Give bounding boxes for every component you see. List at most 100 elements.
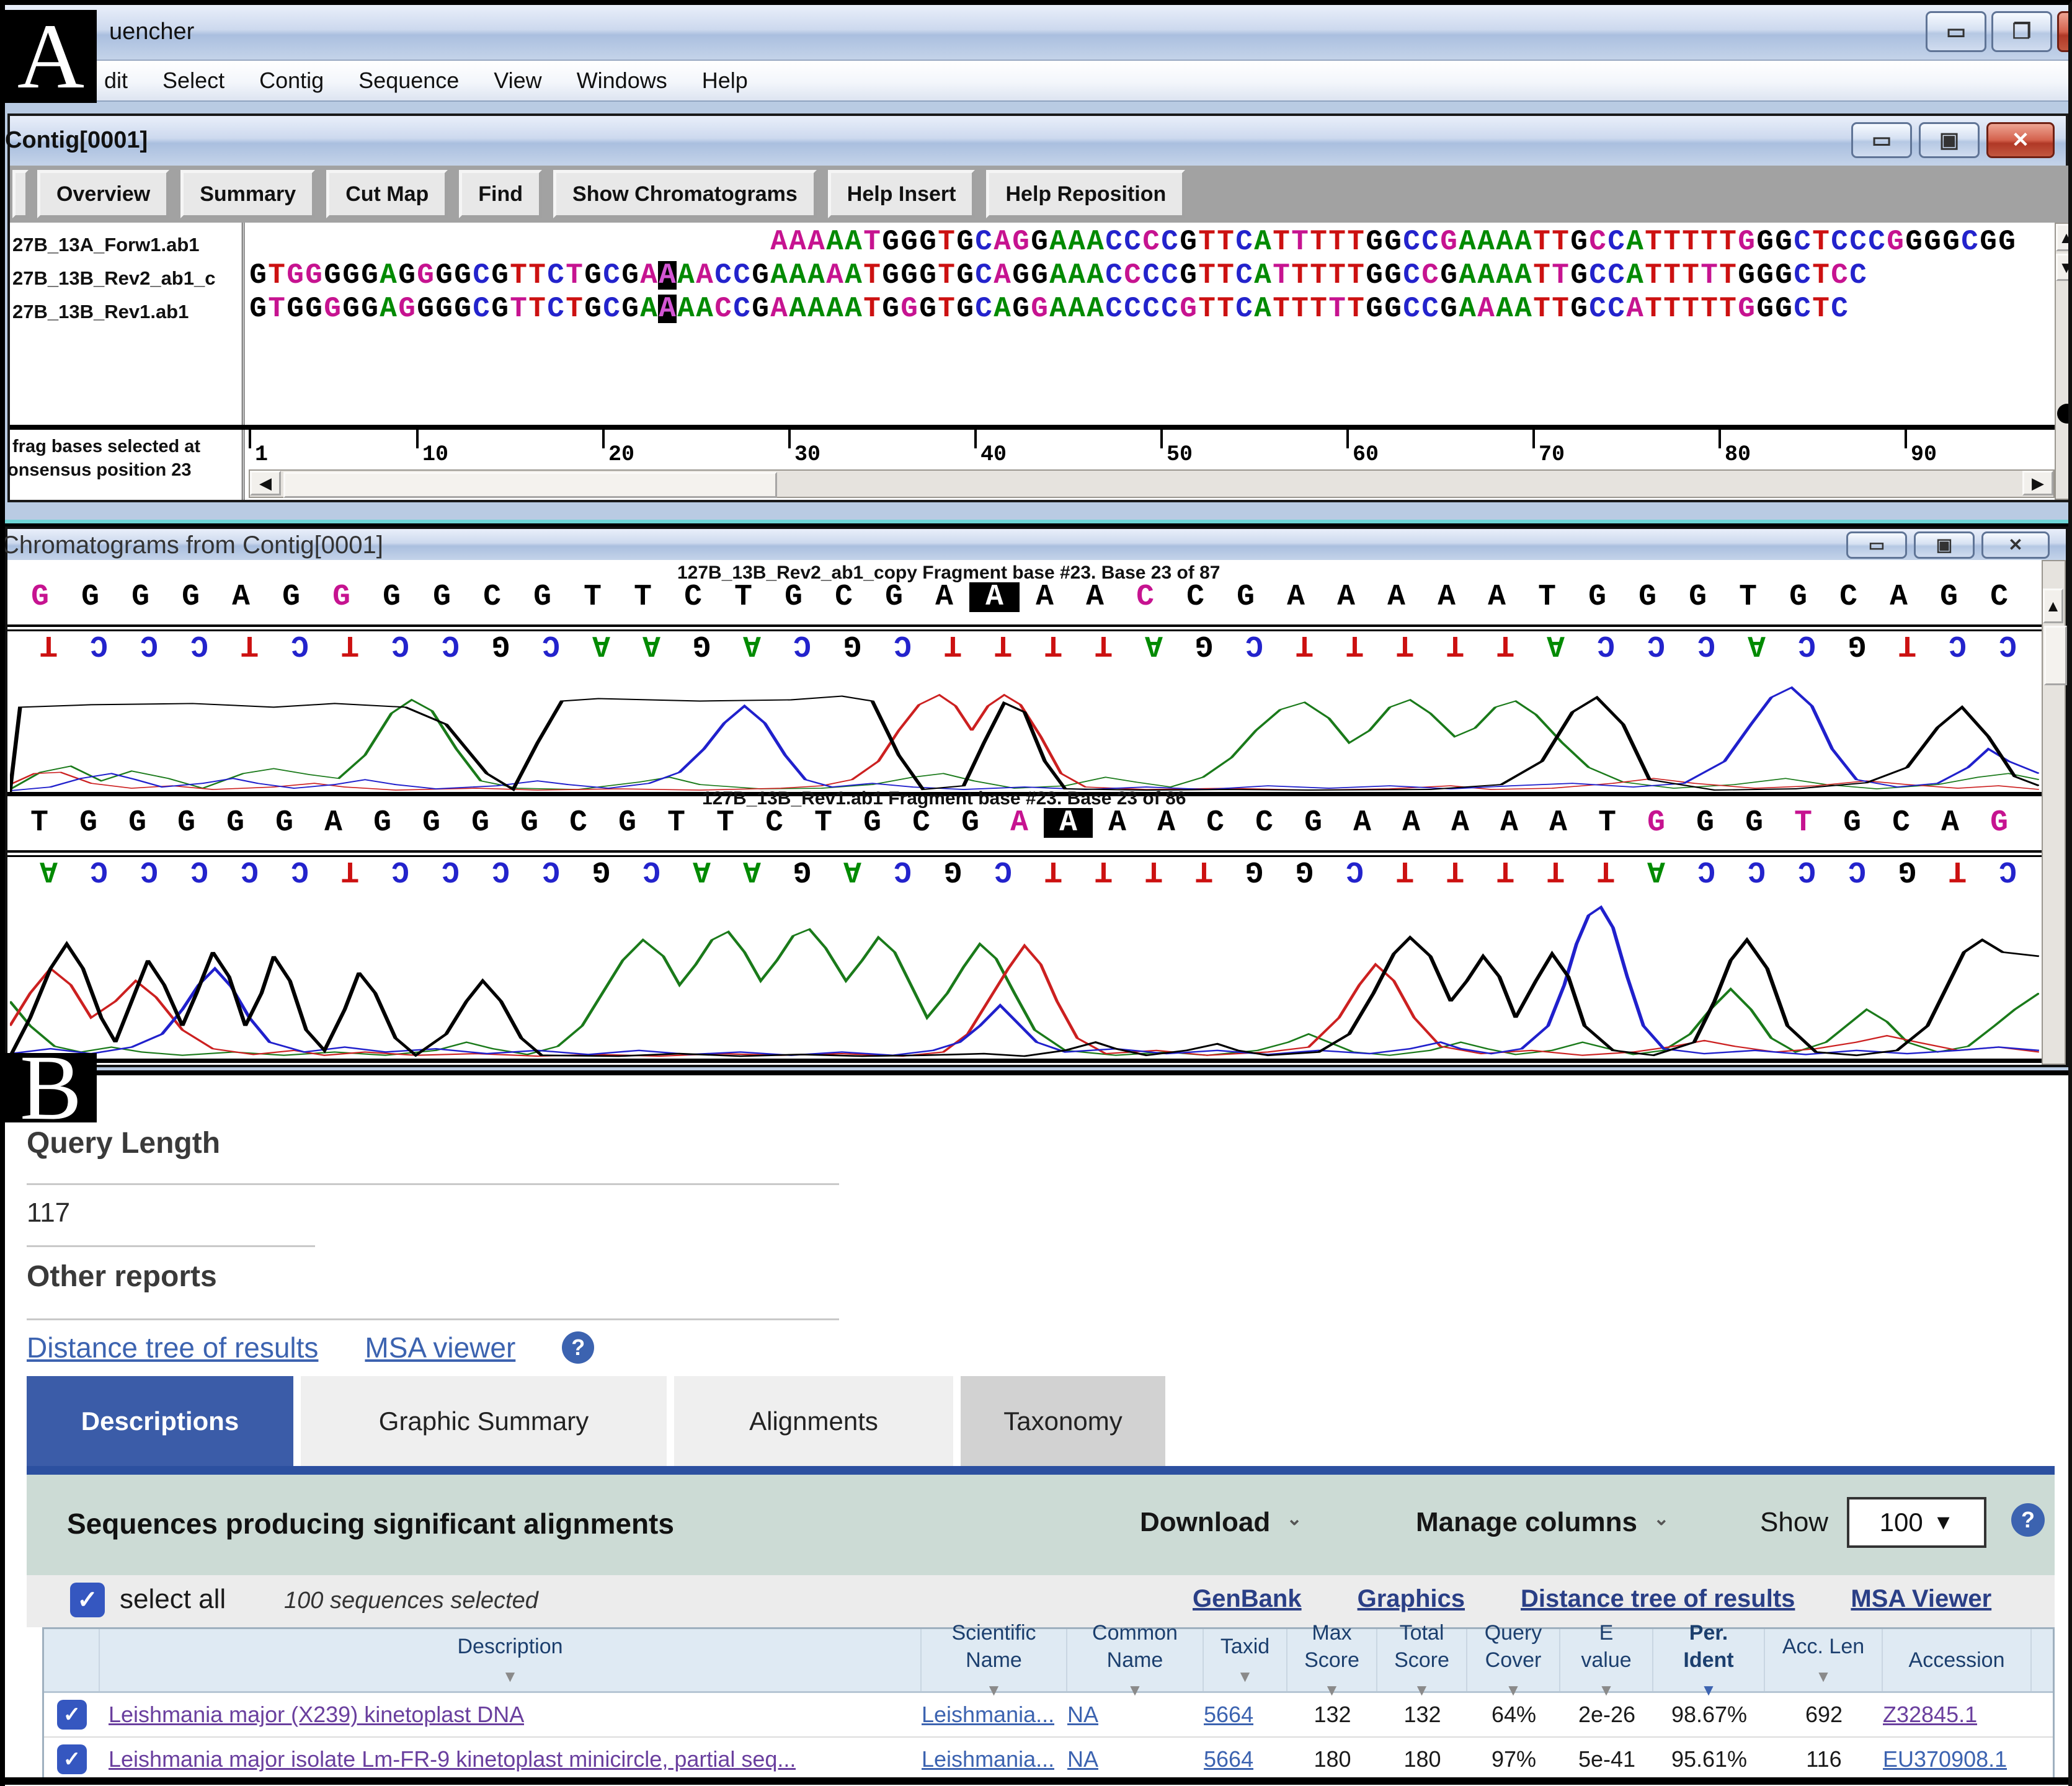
table-header-acc-len[interactable]: Acc. Len▼ — [1765, 1629, 1883, 1691]
sort-arrow-icon[interactable]: ▼ — [1598, 1680, 1614, 1701]
base-char — [435, 228, 453, 256]
selection-link-graphics[interactable]: Graphics — [1358, 1585, 1465, 1613]
alignment-vscrollbar[interactable]: ▲ ▼ — [2055, 223, 2072, 500]
select-all-checkbox[interactable]: ✓ — [70, 1583, 105, 1617]
ruler-number: 90 — [1911, 442, 1937, 467]
scroll-right-button[interactable]: ▶ — [2022, 471, 2053, 495]
table-header-description[interactable]: Description▼ — [100, 1629, 922, 1691]
scroll-up-button[interactable]: ▲ — [2043, 589, 2063, 623]
sort-arrow-icon[interactable]: ▼ — [986, 1680, 1002, 1701]
table-header-max-score[interactable]: MaxScore▼ — [1287, 1629, 1377, 1691]
sort-arrow-icon[interactable]: ▼ — [1324, 1680, 1340, 1701]
pane-knob-button[interactable] — [2057, 404, 2072, 424]
sort-arrow-icon[interactable]: ▼ — [1414, 1680, 1430, 1701]
help-icon[interactable]: ? — [562, 1331, 594, 1364]
table-header-total-score[interactable]: TotalScore▼ — [1377, 1629, 1467, 1691]
chromo-vscrollbar[interactable]: ▲ — [2042, 560, 2066, 1065]
scroll-left-button[interactable]: ◀ — [250, 471, 281, 495]
sort-arrow-icon[interactable]: ▼ — [1237, 1666, 1253, 1687]
cell-link[interactable]: 5664 — [1204, 1746, 1253, 1772]
menu-item-view[interactable]: View — [494, 68, 541, 94]
sort-arrow-icon[interactable]: ▼ — [1505, 1680, 1521, 1701]
contig-maximize-button[interactable]: ▣ — [1919, 122, 1980, 158]
menu-item-select[interactable]: Select — [162, 68, 225, 94]
sort-arrow-icon[interactable]: ▼ — [1701, 1680, 1717, 1701]
tab-graphic-summary[interactable]: Graphic Summary — [301, 1376, 667, 1466]
base-call-char: G — [848, 808, 897, 838]
cell-link[interactable]: Leishmania major (X239) kinetoplast DNA — [109, 1702, 524, 1728]
app-minimize-button[interactable]: ▭ — [1926, 11, 1986, 52]
ruler-tick — [974, 430, 977, 448]
restore-icon: ❐ — [2012, 21, 2031, 42]
alignment-hscrollbar[interactable]: ◀ ▶ — [249, 469, 2055, 498]
tab-taxonomy[interactable]: Taxonomy — [961, 1376, 1165, 1466]
selection-link-msa-viewer[interactable]: MSA Viewer — [1851, 1585, 1991, 1613]
table-header-taxid[interactable]: Taxid▼ — [1204, 1629, 1287, 1691]
show-select[interactable]: 100 ▼ — [1847, 1497, 1986, 1548]
menu-item-help[interactable]: Help — [702, 68, 748, 94]
cell-link[interactable]: NA — [1067, 1746, 1098, 1772]
hscroll-thumb[interactable] — [283, 472, 777, 498]
selection-link-distance-tree-of-results[interactable]: Distance tree of results — [1521, 1585, 1795, 1613]
ruler-tick — [788, 430, 791, 448]
table-header-common-name[interactable]: CommonName▼ — [1067, 1629, 1204, 1691]
vscroll-thumb[interactable] — [2044, 626, 2067, 685]
download-menu[interactable]: Download ⌄ — [1140, 1507, 1302, 1538]
app-restore-button[interactable]: ❐ — [1991, 11, 2052, 52]
selection-link-genbank[interactable]: GenBank — [1193, 1585, 1302, 1613]
toolbar-button-help-insert[interactable]: Help Insert — [828, 170, 976, 218]
contig-minimize-button[interactable]: ▭ — [1851, 122, 1912, 158]
sort-arrow-icon[interactable]: ▼ — [502, 1666, 518, 1687]
chromo-minimize-button[interactable]: ▭ — [1846, 531, 1907, 559]
cell-link[interactable]: EU370908.1 — [1883, 1746, 2007, 1772]
menu-item-windows[interactable]: Windows — [577, 68, 667, 94]
cell-link[interactable]: Leishmania major isolate Lm-FR-9 kinetop… — [109, 1746, 796, 1772]
base-call-char: A — [1371, 582, 1421, 612]
scroll-up-button[interactable]: ▲ — [2056, 224, 2072, 251]
row-checkbox[interactable]: ✓ — [57, 1744, 87, 1774]
table-header-e-value[interactable]: Evalue▼ — [1560, 1629, 1653, 1691]
reverse-base-char: A — [677, 855, 727, 885]
cell-link[interactable]: NA — [1067, 1702, 1098, 1728]
scroll-down-button[interactable]: ▼ — [2056, 254, 2072, 281]
menu-item-dit[interactable]: dit — [104, 68, 128, 94]
toolbar-button-overview[interactable]: Overview — [37, 170, 169, 218]
ruler-number: 10 — [422, 442, 448, 467]
chromo-close-button[interactable]: ✕ — [1981, 531, 2050, 559]
manage-columns-menu[interactable]: Manage columns ⌄ — [1416, 1507, 1669, 1538]
base-call-char: G — [517, 582, 567, 612]
toolbar-button-find[interactable]: Find — [459, 170, 542, 218]
reverse-base-char: G — [827, 629, 878, 659]
help-icon[interactable]: ? — [2011, 1503, 2045, 1537]
sort-arrow-icon[interactable]: ▼ — [1127, 1680, 1143, 1701]
table-header-per-ident[interactable]: Per.Ident▼ — [1653, 1629, 1765, 1691]
toolbar-button-summary[interactable]: Summary — [180, 170, 315, 218]
table-header-scientific-name[interactable]: ScientificName▼ — [922, 1629, 1067, 1691]
menu-item-sequence[interactable]: Sequence — [358, 68, 459, 94]
app-close-button[interactable]: ✕ — [2057, 11, 2072, 52]
cell-link[interactable]: 5664 — [1204, 1702, 1253, 1728]
base-char: G — [398, 295, 416, 323]
toolbar-button-cut-map[interactable]: Cut Map — [326, 170, 448, 218]
base-char: G — [918, 261, 937, 290]
table-header-query-cover[interactable]: QueryCover▼ — [1467, 1629, 1560, 1691]
sort-arrow-icon[interactable]: ▼ — [1815, 1666, 1831, 1687]
cell-link[interactable]: Leishmania... — [922, 1702, 1054, 1728]
toolbar-partial-button[interactable] — [12, 170, 29, 218]
tab-alignments[interactable]: Alignments — [674, 1376, 953, 1466]
app-titlebar — [5, 5, 2068, 60]
contig-close-button[interactable]: ✕ — [1986, 122, 2055, 158]
chromo-maximize-button[interactable]: ▣ — [1914, 531, 1975, 559]
toolbar-button-help-reposition[interactable]: Help Reposition — [986, 170, 1185, 218]
cell-link[interactable]: Leishmania... — [922, 1746, 1054, 1772]
tab-descriptions[interactable]: Descriptions — [27, 1376, 293, 1466]
report-link-msa-viewer[interactable]: MSA viewer — [365, 1331, 515, 1364]
toolbar-button-show-chromatograms[interactable]: Show Chromatograms — [553, 170, 817, 218]
report-link-distance-tree-of-results[interactable]: Distance tree of results — [27, 1331, 318, 1364]
reverse-base-char: C — [978, 855, 1028, 885]
figure-root: uencher ▭ ❐ ✕ ditSelectContigSequenceVie… — [0, 0, 2072, 1786]
menu-item-contig[interactable]: Contig — [259, 68, 324, 94]
cell-link[interactable]: Z32845.1 — [1883, 1702, 1977, 1728]
row-checkbox[interactable]: ✓ — [57, 1700, 87, 1730]
base-char: G — [435, 261, 453, 290]
